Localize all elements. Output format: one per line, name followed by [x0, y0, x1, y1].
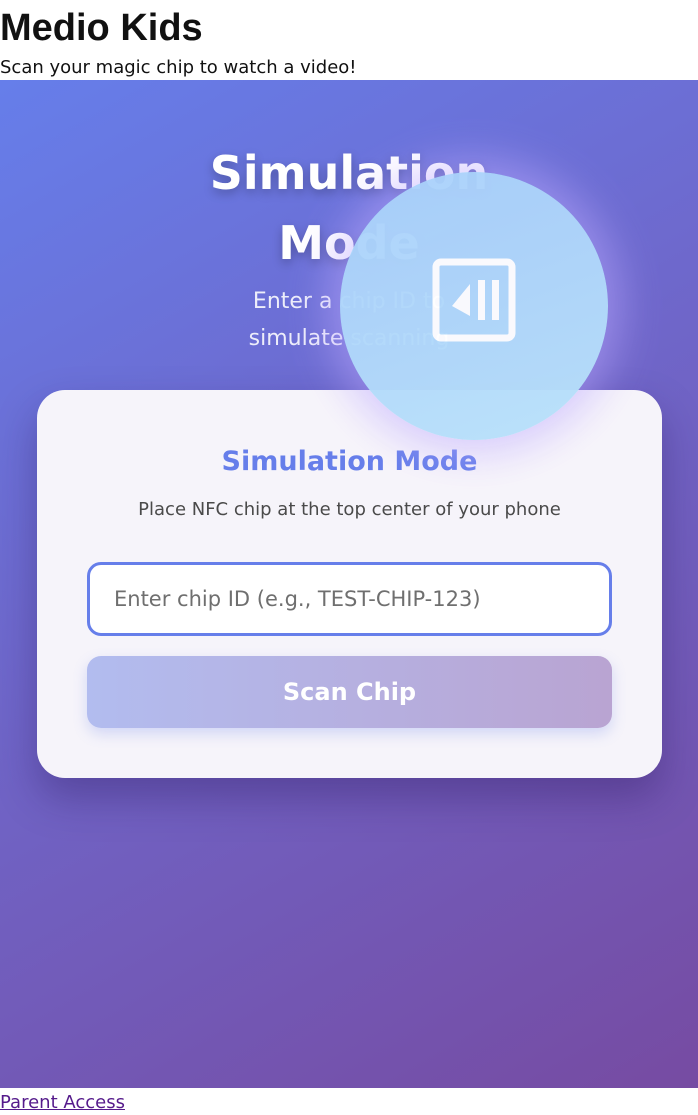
- nfc-icon: [432, 258, 516, 342]
- nfc-placement-hint: Place NFC chip at the top center of your…: [138, 499, 561, 520]
- chip-id-input[interactable]: [87, 562, 612, 636]
- simulation-card: Simulation Mode Place NFC chip at the to…: [37, 390, 662, 778]
- parent-access-link[interactable]: Parent Access: [0, 1091, 125, 1115]
- simulation-screen: Simulation Mode Enter a chip ID to simul…: [0, 80, 698, 1088]
- hero-title-line-1: Simulation: [209, 146, 489, 200]
- scan-chip-button[interactable]: Scan Chip: [87, 656, 612, 728]
- app-title: Medio Kids: [0, 7, 203, 49]
- app-header: Medio Kids Scan your magic chip to watch…: [0, 0, 698, 80]
- nfc-scan-indicator: [340, 172, 608, 440]
- card-title: Simulation Mode: [221, 446, 478, 477]
- app-subtitle: Scan your magic chip to watch a video!: [0, 57, 357, 78]
